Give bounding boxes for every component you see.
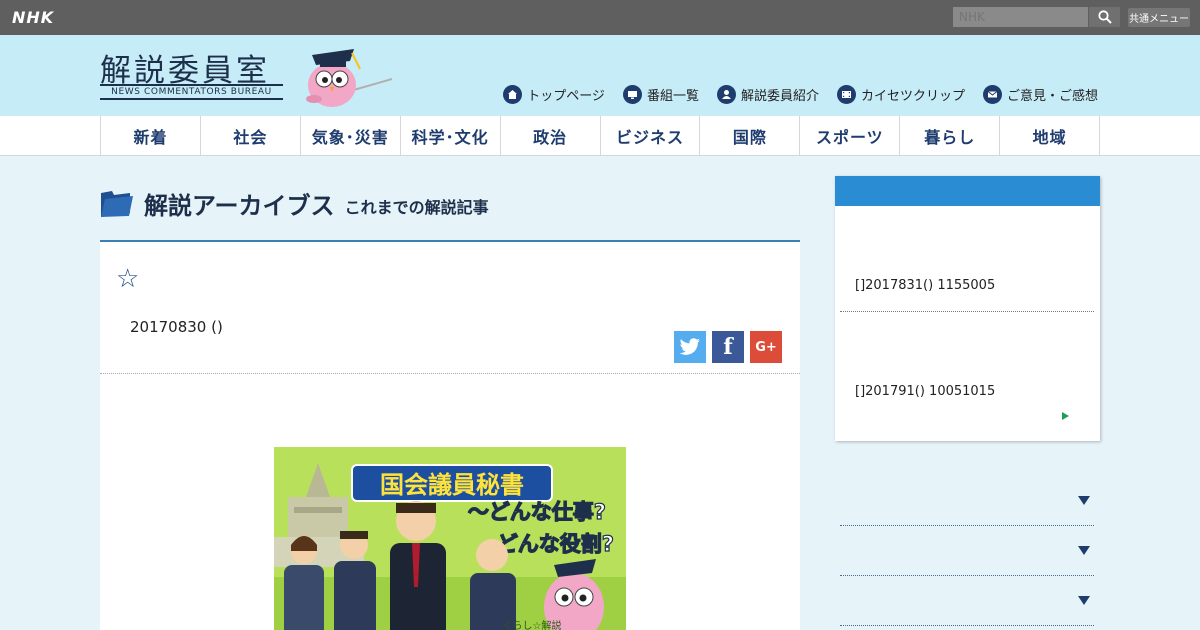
tv-icon xyxy=(622,85,642,104)
category-weather-disaster[interactable]: 気象･災害 xyxy=(301,116,401,156)
nav-top-page[interactable]: トップページ xyxy=(503,85,605,104)
nhk-logo[interactable]: NHK xyxy=(12,8,54,27)
nav-label: ご意見・ご感想 xyxy=(1006,89,1098,104)
category-region[interactable]: 地域 xyxy=(1000,116,1101,156)
person-icon xyxy=(716,85,736,104)
category-sports[interactable]: スポーツ xyxy=(800,116,901,156)
chevron-down-icon xyxy=(1078,596,1090,605)
nav-commentators[interactable]: 解説委員紹介 xyxy=(716,85,819,104)
sidebar-item[interactable]: []201791() 10051015 xyxy=(855,384,995,399)
play-arrow-icon[interactable] xyxy=(1062,412,1069,420)
search-input[interactable] xyxy=(953,7,1088,27)
nav-label: トップページ xyxy=(527,89,605,104)
archive-header: 解説アーカイブス これまでの解説記事 xyxy=(100,186,489,221)
accordion-item[interactable] xyxy=(840,576,1094,626)
common-menu-button[interactable]: 共通メニュー xyxy=(1128,8,1190,27)
nav-label: 解説委員紹介 xyxy=(740,89,819,104)
nav-programs[interactable]: 番組一覧 xyxy=(622,85,699,104)
search-button[interactable] xyxy=(1089,7,1120,27)
hero-line2: ～どんな仕事? xyxy=(468,500,606,524)
hero-line3: どんな役割? xyxy=(497,532,614,556)
archive-subtitle: これまでの解説記事 xyxy=(344,198,489,217)
search-icon xyxy=(1097,10,1112,24)
article-card: ☆ 20170830 () f G+ 国会議員秘書 ～どんな仕事? どんな役割? xyxy=(100,242,800,630)
twitter-share-button[interactable] xyxy=(674,331,706,363)
header-nav: トップページ 番組一覧 解説委員紹介 カイセツクリップ ご意見・ご感想 xyxy=(503,85,1098,104)
sidebar-divider xyxy=(840,311,1094,312)
hero-line1: 国会議員秘書 xyxy=(380,471,524,499)
category-business[interactable]: ビジネス xyxy=(601,116,701,156)
category-politics[interactable]: 政治 xyxy=(501,116,601,156)
hero-watermark: くらし☆解説 xyxy=(503,619,562,630)
accordion-item[interactable] xyxy=(840,526,1094,576)
nav-label: カイセツクリップ xyxy=(860,89,965,104)
article-date: 20170830 () xyxy=(130,318,223,336)
film-icon xyxy=(836,85,856,104)
nav-kaisetsu-clip[interactable]: カイセツクリップ xyxy=(836,85,965,104)
chevron-down-icon xyxy=(1078,496,1090,505)
owl-mascot-icon xyxy=(306,49,393,107)
category-nav: 新着 社会 気象･災害 科学･文化 政治 ビジネス 国際 スポーツ 暮らし 地域 xyxy=(0,116,1200,156)
category-science-culture[interactable]: 科学･文化 xyxy=(401,116,501,156)
star-icon: ☆ xyxy=(116,264,140,294)
site-subtitle: NEWS COMMENTATORS BUREAU xyxy=(100,84,283,100)
sidebar-item[interactable]: []2017831() 1155005 xyxy=(855,278,995,293)
archive-title: 解説アーカイブス xyxy=(144,192,335,220)
category-society[interactable]: 社会 xyxy=(201,116,301,156)
facebook-share-button[interactable]: f xyxy=(712,331,744,363)
dotted-divider xyxy=(100,373,800,374)
article-hero-image: 国会議員秘書 ～どんな仕事? どんな役割? くらし☆解説 xyxy=(274,447,626,630)
folder-icon xyxy=(101,190,133,217)
accordion-item[interactable] xyxy=(840,476,1094,526)
nav-label: 番組一覧 xyxy=(646,89,699,104)
category-international[interactable]: 国際 xyxy=(700,116,801,156)
chevron-down-icon xyxy=(1078,546,1090,555)
share-buttons: f G+ xyxy=(674,331,782,363)
site-header: 解説委員室 NEWS COMMENTATORS BUREAU トップページ 番組… xyxy=(0,35,1200,116)
twitter-icon xyxy=(679,338,700,355)
category-new[interactable]: 新着 xyxy=(101,116,201,156)
sidebar-box: []2017831() 1155005 []201791() 10051015 xyxy=(835,176,1100,441)
google-plus-share-button[interactable]: G+ xyxy=(750,331,782,363)
hero-illustration: 国会議員秘書 ～どんな仕事? どんな役割? くらし☆解説 xyxy=(274,447,626,630)
nav-feedback[interactable]: ご意見・ご感想 xyxy=(982,85,1098,104)
top-bar: NHK 共通メニュー xyxy=(0,0,1200,35)
sidebar-header xyxy=(835,176,1100,206)
home-icon xyxy=(503,85,523,104)
mail-icon xyxy=(982,85,1002,104)
category-life[interactable]: 暮らし xyxy=(900,116,1001,156)
